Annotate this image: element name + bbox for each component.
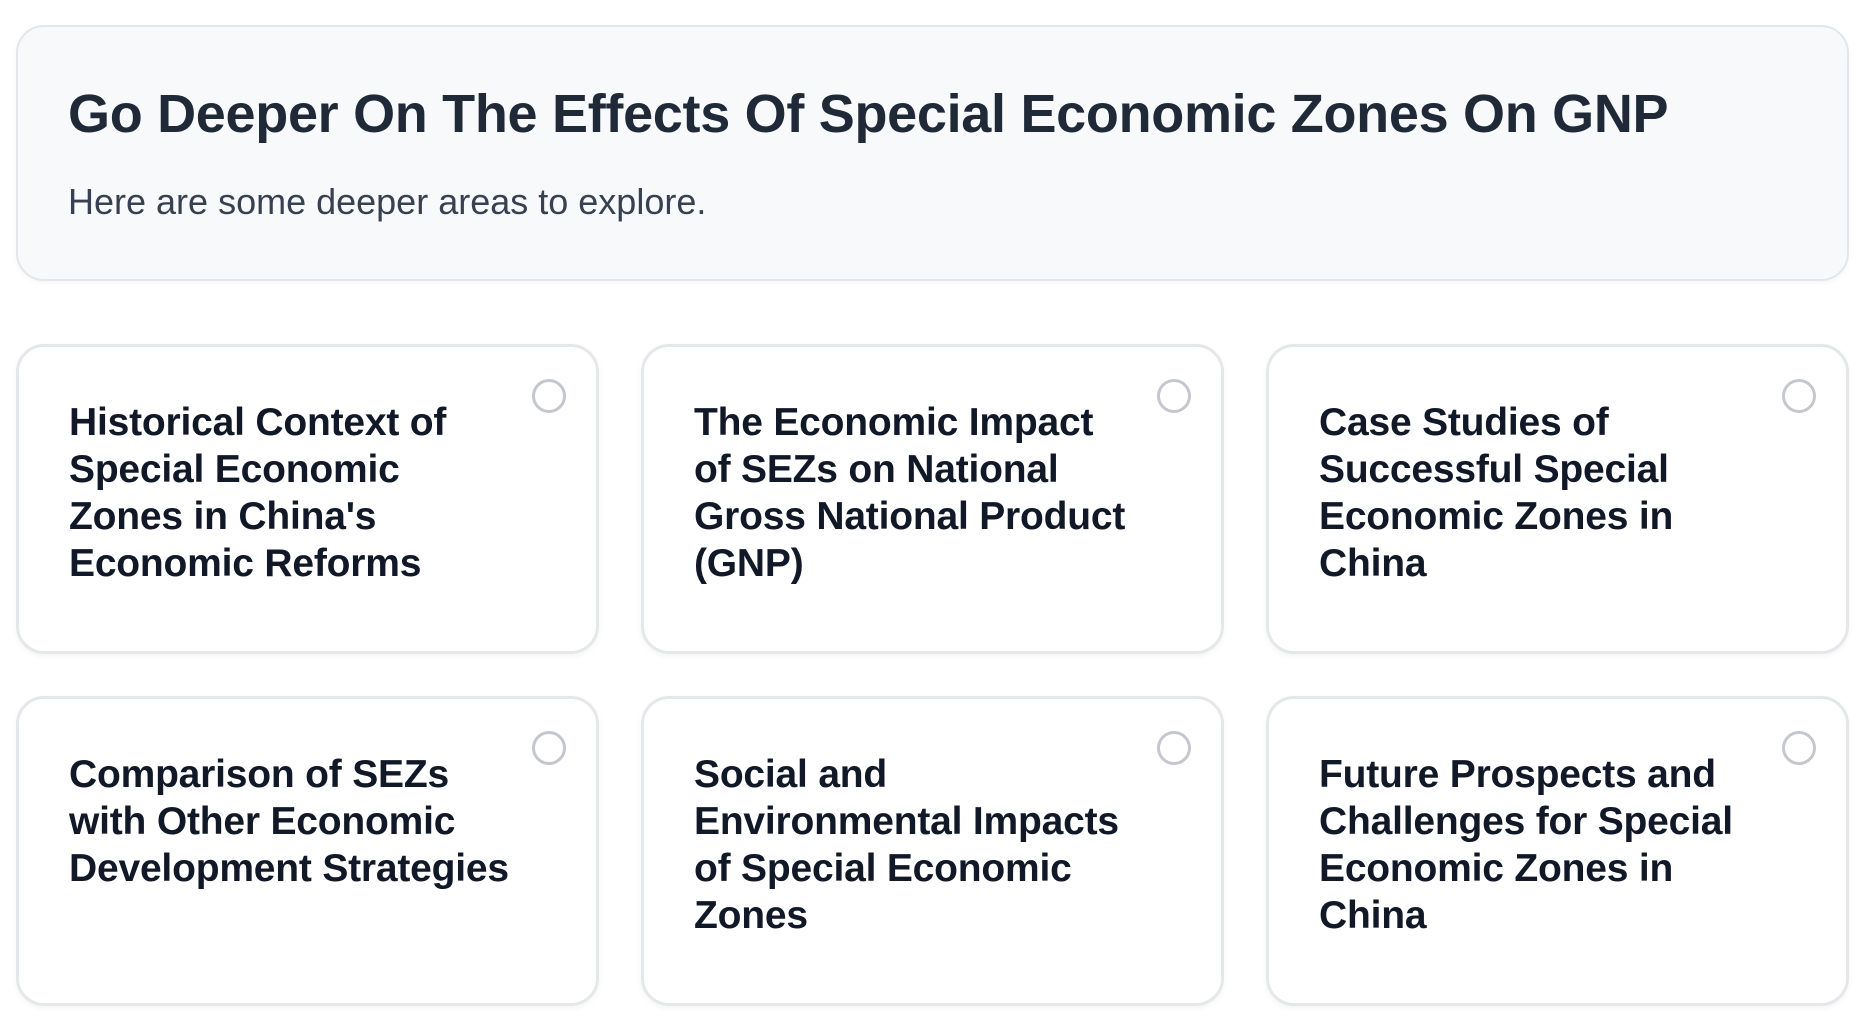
page: Go Deeper On The Effects Of Special Econ… xyxy=(0,0,1868,1032)
radio-button[interactable] xyxy=(1782,731,1816,765)
option-label: The Economic Impact of SEZs on National … xyxy=(694,401,1126,585)
option-label: Comparison of SEZs with Other Economic D… xyxy=(69,753,509,890)
radio-button[interactable] xyxy=(1157,731,1191,765)
option-label: Case Studies of Successful Special Econo… xyxy=(1319,401,1674,585)
option-label: Future Prospects and Challenges for Spec… xyxy=(1319,753,1733,937)
option-card-social-environmental[interactable]: Social and Environmental Impacts of Spec… xyxy=(641,696,1224,1006)
option-card-historical-context[interactable]: Historical Context of Special Economic Z… xyxy=(16,344,599,654)
option-label: Social and Environmental Impacts of Spec… xyxy=(694,753,1119,937)
radio-button[interactable] xyxy=(1782,379,1816,413)
radio-button[interactable] xyxy=(532,379,566,413)
option-card-comparison[interactable]: Comparison of SEZs with Other Economic D… xyxy=(16,696,599,1006)
option-card-case-studies[interactable]: Case Studies of Successful Special Econo… xyxy=(1266,344,1849,654)
header-card: Go Deeper On The Effects Of Special Econ… xyxy=(16,25,1849,281)
option-card-economic-impact[interactable]: The Economic Impact of SEZs on National … xyxy=(641,344,1224,654)
option-card-future-prospects[interactable]: Future Prospects and Challenges for Spec… xyxy=(1266,696,1849,1006)
radio-button[interactable] xyxy=(532,731,566,765)
page-title: Go Deeper On The Effects Of Special Econ… xyxy=(68,84,1669,144)
option-label: Historical Context of Special Economic Z… xyxy=(69,401,447,585)
page-subtitle: Here are some deeper areas to explore. xyxy=(68,181,707,222)
radio-button[interactable] xyxy=(1157,379,1191,413)
